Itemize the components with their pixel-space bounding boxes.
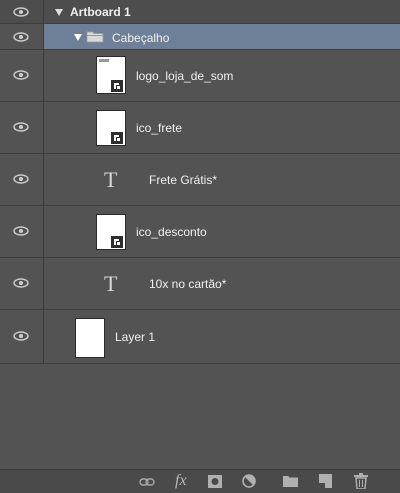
- eye-icon[interactable]: [13, 174, 29, 184]
- layer-row-frete-gratis[interactable]: T Frete Grátis*: [0, 154, 400, 206]
- visibility-column: [0, 102, 44, 153]
- text-layer-icon: T: [104, 167, 118, 192]
- visibility-column: [0, 258, 44, 309]
- disclosure-triangle-icon[interactable]: [74, 34, 82, 41]
- link-layers-icon[interactable]: [139, 477, 155, 487]
- eye-icon[interactable]: [13, 70, 29, 80]
- disclosure-triangle-icon[interactable]: [55, 9, 63, 16]
- layer-label: logo_loja_de_som: [136, 69, 234, 83]
- layer-label: 10x no cartão*: [149, 277, 227, 291]
- mask-icon[interactable]: [208, 475, 222, 488]
- visibility-column: [0, 310, 44, 363]
- layer-row-10x-cartao[interactable]: T 10x no cartão*: [0, 258, 400, 310]
- layer-row-ico-frete[interactable]: ico_frete: [0, 102, 400, 154]
- layer-thumbnail: [75, 318, 105, 358]
- smart-object-icon: [111, 132, 123, 144]
- visibility-column: [0, 24, 44, 49]
- artboard-label: Artboard 1: [70, 5, 131, 19]
- group-label: Cabeçalho: [112, 31, 170, 45]
- layer-row-logo[interactable]: logo_loja_de_som: [0, 50, 400, 102]
- fx-icon[interactable]: fx: [175, 472, 187, 490]
- delete-icon[interactable]: [354, 473, 368, 489]
- eye-icon[interactable]: [13, 32, 29, 42]
- visibility-column: [0, 50, 44, 101]
- eye-icon[interactable]: [13, 278, 29, 288]
- layer-label: Layer 1: [115, 330, 156, 344]
- visibility-column: [0, 0, 44, 23]
- new-group-icon[interactable]: [283, 475, 298, 487]
- visibility-column: [0, 206, 44, 257]
- eye-icon[interactable]: [13, 226, 29, 236]
- layer-row-ico-desconto[interactable]: ico_desconto: [0, 206, 400, 258]
- smart-object-icon: [111, 236, 123, 248]
- new-layer-icon[interactable]: [319, 474, 332, 488]
- smart-object-icon: [111, 80, 123, 92]
- layer-row-group[interactable]: Cabeçalho: [0, 24, 400, 50]
- layer-row-artboard[interactable]: Artboard 1: [0, 0, 400, 24]
- folder-icon: [86, 31, 104, 43]
- text-layer-icon: T: [104, 271, 118, 296]
- layer-label: ico_desconto: [136, 225, 207, 239]
- layer-label: Frete Grátis*: [149, 173, 218, 187]
- layers-empty-area[interactable]: [0, 364, 400, 469]
- eye-icon[interactable]: [13, 331, 29, 341]
- eye-icon[interactable]: [13, 7, 29, 17]
- adjustment-icon[interactable]: [242, 474, 256, 488]
- layers-panel: Artboard 1 Cabeçalho logo_loja_de_som ic…: [0, 0, 400, 493]
- layers-toolbar: fx: [0, 469, 400, 493]
- layer-label: ico_frete: [136, 121, 183, 135]
- visibility-column: [0, 154, 44, 205]
- eye-icon[interactable]: [13, 122, 29, 132]
- layer-row-layer-1[interactable]: Layer 1: [0, 310, 400, 364]
